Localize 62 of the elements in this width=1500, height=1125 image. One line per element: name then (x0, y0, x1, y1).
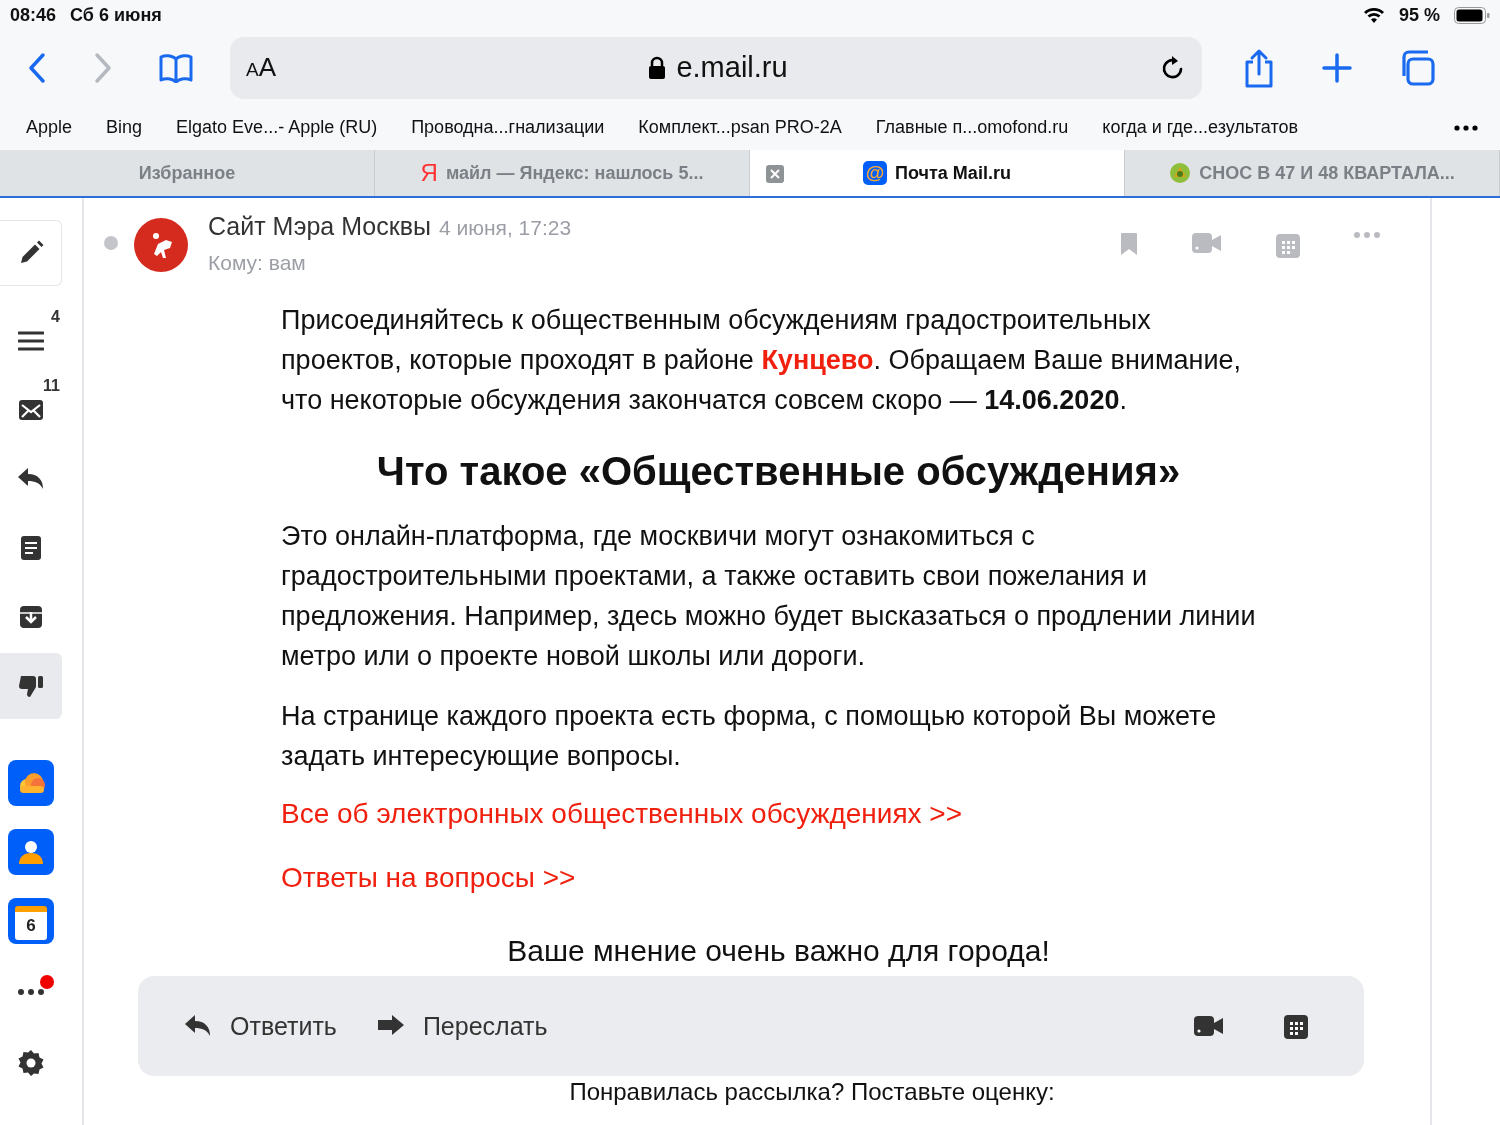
reply-icon (184, 1014, 212, 1038)
bookmark-link[interactable]: Apple (26, 117, 73, 138)
calendar-icon: 6 (8, 898, 54, 944)
text-size-button[interactable]: AA (246, 52, 277, 83)
bookmark-link[interactable]: когда и где...езультатов (1102, 117, 1299, 138)
bookmarks-book-icon[interactable] (158, 52, 194, 83)
back-button[interactable] (26, 51, 48, 84)
browser-tab[interactable]: @ Почта Mail.ru (750, 150, 1125, 196)
battery-icon (1454, 6, 1490, 24)
bookmark-link[interactable]: Bing (106, 117, 143, 138)
closing-text: Ваше мнение очень важно для города! (506, 934, 1051, 968)
forward-button[interactable]: Переслать (376, 1011, 548, 1041)
recipient-text: Кому: вам (208, 251, 307, 275)
thumbs-down-icon (18, 673, 44, 699)
count-label: 11 (43, 377, 60, 395)
battery-percent: 95 % (1398, 4, 1440, 26)
calendar-icon[interactable] (1284, 1013, 1308, 1039)
status-time: 08:46 (10, 4, 57, 26)
sidebar-inbox-item[interactable]: 11 (0, 377, 62, 443)
contact-icon (8, 829, 54, 875)
close-tab-icon[interactable] (766, 165, 784, 183)
reply-button[interactable]: Ответить (184, 1011, 337, 1041)
video-camera-icon[interactable] (1194, 1015, 1224, 1037)
rating-prompt: Понравилась рассылка? Поставьте оценку: (568, 1078, 1056, 1106)
sidebar-compose-item[interactable] (0, 220, 62, 286)
wifi-icon (1362, 7, 1385, 23)
bookmark-link[interactable]: Elgato Eve...- Apple (RU) (176, 117, 378, 138)
address-bar[interactable]: AA e.mail.ru (230, 36, 1202, 99)
message-date: 4 июня, 17:23 (438, 216, 572, 240)
envelope-icon (18, 399, 44, 421)
body-paragraph: Это онлайн-платформа, где москвичи могут ознакомиться с градостроительными проектами, а также оставить свои пожелания и предложения. Например, здесь можно будет высказаться о продлении линии метро или о проекте новой школы или дороги. (281, 520, 1256, 673)
bookmark-link[interactable]: Комплект...psan PRO-2A (638, 117, 842, 138)
bookmark-link[interactable]: Главные п...omofond.ru (875, 117, 1069, 138)
avatar-emblem-icon (134, 218, 188, 272)
url-text: e.mail.ru (676, 51, 788, 84)
sender-name: Сайт Мэра Москвы (208, 212, 431, 241)
bookmark-link[interactable]: Проводна...гнализации (411, 117, 605, 138)
read-status-dot[interactable] (104, 236, 118, 250)
sidebar-calendar-item[interactable]: 6 (0, 888, 62, 954)
tab-favicon (1169, 162, 1192, 184)
body-link[interactable]: Все об электронных общественных обсуждениях >> (281, 798, 963, 829)
new-tab-icon[interactable] (1322, 52, 1352, 83)
body-paragraph: Присоединяйтесь к общественным обсуждениям градостроительных проектов, которые проходят в районе Кунцево. Обращаем Ваше внимание, что некоторые обсуждения закончатся совсем скоро — 14.06.2020. (281, 304, 1242, 417)
more-icon[interactable] (1454, 124, 1478, 131)
body-paragraph: На странице каждого проекта есть форма, с помощью которой Вы можете задать интересующие вопросы. (281, 700, 1218, 773)
note-icon (20, 535, 42, 561)
status-date: Сб 6 июня (70, 4, 162, 26)
count-label: 4 (51, 308, 60, 326)
forward-arrow-icon (376, 1014, 405, 1038)
cloud-icon (8, 760, 54, 806)
sidebar-spam-item[interactable] (0, 653, 62, 719)
settings-icon (17, 1049, 45, 1077)
tab-favicon: Я (420, 159, 438, 187)
reply-icon (17, 467, 45, 491)
more-icon (18, 989, 44, 995)
tab-favicon: @ (863, 161, 888, 185)
lock-icon (648, 55, 667, 80)
menu-icon (18, 330, 44, 352)
body-link[interactable]: Ответы на вопросы >> (281, 862, 576, 893)
archive-icon (18, 604, 44, 630)
sidebar-menu-item[interactable]: 4 (0, 308, 62, 374)
section-heading: Что такое «Общественные обсуждения» (375, 448, 1182, 495)
